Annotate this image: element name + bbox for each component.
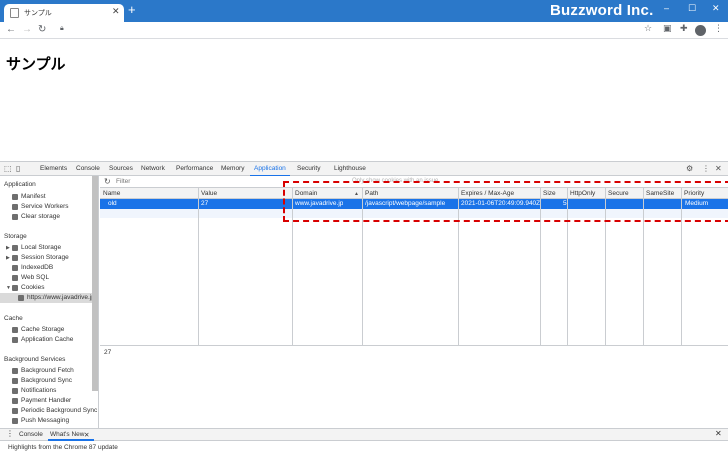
settings-gear-icon[interactable]: ⚙ — [686, 164, 693, 173]
inspect-element-icon[interactable]: ⬚ — [4, 164, 12, 173]
sidebar-item-session-storage[interactable]: Session Storage — [12, 254, 69, 261]
sidebar-header-cache: Cache — [4, 315, 23, 322]
refresh-icon[interactable]: ↻ — [104, 177, 111, 186]
sidebar-item-periodic-background-sync[interactable]: Periodic Background Sync — [12, 407, 97, 414]
tab-elements[interactable]: Elements — [40, 165, 67, 172]
whats-new-highlights: Highlights from the Chrome 87 update — [8, 444, 118, 451]
new-tab-button[interactable]: + — [128, 3, 136, 17]
sidebar-item-background-sync[interactable]: Background Sync — [12, 377, 72, 384]
profile-avatar[interactable] — [695, 25, 706, 36]
sidebar-item-service-workers[interactable]: Service Workers — [12, 203, 69, 210]
cookie-icon — [12, 284, 18, 291]
devtools-tab-bar: ⬚ ▯ Elements Console Sources Network Per… — [0, 161, 728, 177]
bell-icon — [12, 387, 18, 394]
drawer-tab-close-icon[interactable]: ✕ — [84, 431, 89, 439]
sidebar-item-indexeddb[interactable]: IndexedDB — [12, 264, 53, 271]
database-icon — [12, 326, 18, 333]
sidebar-item-manifest[interactable]: Manifest — [12, 193, 46, 200]
sync-icon — [12, 377, 18, 384]
tab-title: サンプル — [24, 10, 52, 17]
application-sidebar: Application Manifest Service Workers Cle… — [0, 176, 99, 428]
sidebar-item-payment-handler[interactable]: Payment Handler — [12, 397, 71, 404]
sidebar-item-web-sql[interactable]: Web SQL — [12, 274, 49, 281]
browser-tab[interactable]: サンプル ✕ — [4, 4, 124, 22]
brand-logo-text: Buzzword Inc. — [550, 2, 654, 19]
clock-icon — [12, 407, 18, 414]
sidebar-item-application-cache[interactable]: Application Cache — [12, 336, 73, 343]
puzzle-icon[interactable]: ✚ — [680, 23, 688, 34]
grid-icon — [12, 336, 18, 343]
tab-application[interactable]: Application — [254, 165, 286, 172]
close-drawer-icon[interactable]: ✕ — [715, 429, 722, 438]
bookmark-star-icon[interactable]: ☆ — [644, 23, 652, 34]
sidebar-item-cache-storage[interactable]: Cache Storage — [12, 326, 64, 333]
sidebar-item-cookie-origin[interactable]: https://www.javadrive.jp — [18, 294, 95, 301]
sidebar-item-local-storage[interactable]: Local Storage — [12, 244, 61, 251]
sidebar-item-push-messaging[interactable]: Push Messaging — [12, 417, 69, 424]
sidebar-item-notifications[interactable]: Notifications — [12, 387, 56, 394]
browser-toolbar: ← → ↻ 🔒︎ ☆ ▣ ✚ ⋮ — [0, 22, 728, 39]
database-icon — [12, 274, 18, 281]
devtools-menu-icon[interactable]: ⋮ — [702, 164, 710, 173]
arrows-icon — [12, 367, 18, 374]
device-toolbar-icon[interactable]: ▯ — [16, 164, 20, 173]
minimize-button[interactable]: – — [664, 3, 669, 13]
tab-network[interactable]: Network — [141, 165, 165, 172]
sidebar-item-clear-storage[interactable]: Clear storage — [12, 213, 60, 220]
tab-console[interactable]: Console — [76, 165, 100, 172]
page-favicon-icon — [10, 8, 19, 18]
lock-icon[interactable]: 🔒︎ — [60, 25, 64, 33]
browser-title-bar: サンプル ✕ + Buzzword Inc. – ☐ ✕ — [0, 0, 728, 22]
column-divider — [198, 188, 199, 346]
close-devtools-icon[interactable]: ✕ — [715, 164, 722, 173]
cell-value: 27 — [201, 200, 209, 207]
expand-arrow-icon[interactable]: ▶ — [6, 245, 10, 251]
database-icon — [12, 264, 18, 271]
forward-arrow-icon[interactable]: → — [22, 24, 32, 35]
drawer-tab-console[interactable]: Console — [19, 431, 43, 438]
browser-menu-icon[interactable]: ⋮ — [714, 23, 723, 34]
annotation-highlight-box — [283, 181, 728, 222]
cloud-icon — [12, 417, 18, 424]
drawer-menu-icon[interactable]: ⋮ — [6, 429, 14, 438]
cookie-icon — [18, 294, 24, 301]
column-header-value[interactable]: Value — [198, 188, 292, 199]
expand-arrow-icon[interactable]: ▶ — [6, 255, 10, 261]
extension-toolbar-icon[interactable]: ▣ — [663, 23, 672, 34]
tab-sources[interactable]: Sources — [109, 165, 133, 172]
tab-security[interactable]: Security — [297, 165, 320, 172]
tab-memory[interactable]: Memory — [221, 165, 244, 172]
tab-close-icon[interactable]: ✕ — [112, 6, 120, 17]
active-drawer-tab-indicator — [48, 439, 94, 441]
file-icon — [12, 193, 18, 200]
sidebar-header-storage: Storage — [4, 233, 27, 240]
grid-icon — [12, 254, 18, 261]
grid-icon — [12, 244, 18, 251]
back-arrow-icon[interactable]: ← — [6, 24, 16, 35]
drawer-tab-bar: ⋮ Console What's New ✕ ✕ — [0, 428, 728, 441]
cookie-value-preview: 27 — [104, 349, 112, 356]
sidebar-header-background-services: Background Services — [4, 356, 66, 363]
sidebar-item-background-fetch[interactable]: Background Fetch — [12, 367, 74, 374]
collapse-arrow-icon[interactable]: ▼ — [6, 285, 11, 291]
sidebar-header-application: Application — [4, 181, 36, 188]
database-icon — [12, 213, 18, 220]
address-bar[interactable]: 🔒︎ — [56, 24, 662, 37]
drawer-tab-whats-new[interactable]: What's New — [50, 431, 84, 438]
tab-lighthouse[interactable]: Lighthouse — [334, 165, 366, 172]
card-icon — [12, 397, 18, 404]
sidebar-item-cookies[interactable]: Cookies — [12, 284, 44, 291]
close-window-button[interactable]: ✕ — [712, 3, 720, 14]
column-header-name[interactable]: Name — [100, 188, 198, 199]
gear-icon — [12, 203, 18, 210]
sidebar-scrollbar[interactable] — [92, 176, 98, 391]
cell-name: old — [108, 200, 117, 207]
reload-icon[interactable]: ↻ — [38, 24, 46, 35]
filter-input[interactable] — [116, 177, 286, 186]
maximize-button[interactable]: ☐ — [688, 3, 696, 14]
page-heading: サンプル — [6, 55, 66, 73]
tab-performance[interactable]: Performance — [176, 165, 213, 172]
